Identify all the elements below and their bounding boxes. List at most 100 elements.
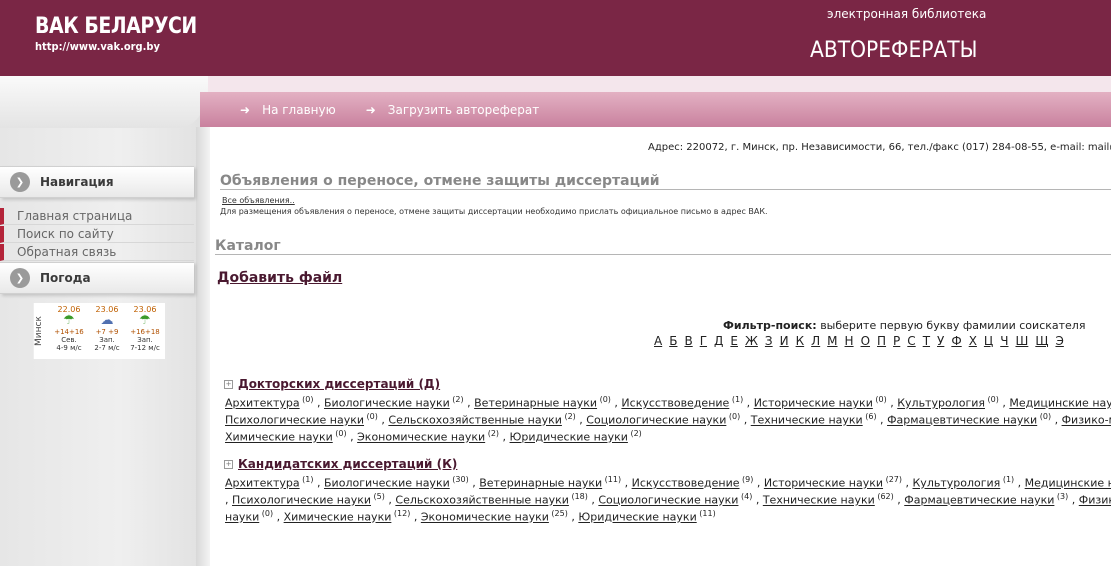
discipline-link[interactable]: Исторические науки bbox=[764, 477, 883, 490]
separator: , bbox=[876, 413, 888, 427]
group-line: Архитектура (1) , Биологические науки (3… bbox=[225, 475, 1111, 490]
alphabet-letter-link[interactable]: Щ bbox=[1035, 334, 1048, 348]
discipline-link[interactable]: Психологические науки bbox=[232, 494, 371, 507]
discipline-link[interactable]: Искусствоведение bbox=[621, 397, 729, 410]
group-doctoral-title[interactable]: + Докторских диссертаций (Д) bbox=[224, 377, 440, 391]
alphabet-letter-link[interactable]: Д bbox=[714, 334, 723, 348]
alphabet-letter-link[interactable]: О bbox=[861, 334, 870, 348]
group-line: , Психологические науки (5) , Сельскохоз… bbox=[225, 492, 1111, 507]
add-file-link[interactable]: Добавить файл bbox=[217, 270, 342, 286]
separator: , bbox=[902, 476, 913, 490]
arrow-right-icon: ➜ bbox=[365, 102, 376, 117]
separator: , bbox=[752, 493, 763, 507]
alphabet-letter-link[interactable]: Р bbox=[893, 334, 900, 348]
separator: , bbox=[313, 396, 325, 410]
discipline-link[interactable]: Химические науки bbox=[225, 431, 333, 444]
alphabet-letter-link[interactable]: А bbox=[654, 334, 662, 348]
discipline-count: (12) bbox=[391, 509, 411, 518]
weather-day: 23.06 ☂ +16+18 Зап. 7-12 м/с bbox=[127, 303, 163, 359]
discipline-link[interactable]: Экономические науки bbox=[357, 431, 485, 444]
alphabet-letter-link[interactable]: Л bbox=[811, 334, 820, 348]
discipline-link[interactable]: Культурология bbox=[913, 477, 1001, 490]
alphabet-letter-link[interactable]: Ж bbox=[745, 334, 758, 348]
alphabet-letter-link[interactable]: Ф bbox=[951, 334, 961, 348]
alphabet-letter-link[interactable]: З bbox=[765, 334, 773, 348]
discipline-link[interactable]: Технические науки bbox=[763, 494, 875, 507]
discipline-link[interactable]: Ветеринарные науки bbox=[479, 477, 602, 490]
sidebar-item-home[interactable]: Главная страница bbox=[0, 208, 194, 225]
separator: , bbox=[893, 493, 905, 507]
discipline-link[interactable]: Фармацевтические науки bbox=[887, 414, 1037, 427]
discipline-link[interactable]: Медицинские нау bbox=[1009, 397, 1111, 410]
expand-icon[interactable]: + bbox=[224, 380, 233, 389]
discipline-link[interactable]: Фармацевтические науки bbox=[904, 494, 1054, 507]
discipline-link[interactable]: Сельскохозяйственные науки bbox=[395, 494, 569, 507]
sidebar-item-search[interactable]: Поиск по сайту bbox=[0, 226, 194, 243]
alphabet-letter-link[interactable]: И bbox=[780, 334, 789, 348]
discipline-link[interactable]: Сельскохозяйственные науки bbox=[388, 414, 562, 427]
discipline-link[interactable]: Физико-ма bbox=[1062, 414, 1111, 427]
weather-widget[interactable]: Минск 22.06 ☂ +14+16 Сев. 4-9 м/с 23.06 … bbox=[33, 303, 165, 359]
discipline-link[interactable]: Социологические науки bbox=[598, 494, 738, 507]
alphabet-letter-link[interactable]: В bbox=[684, 334, 692, 348]
alphabet-letter-link[interactable]: Ш bbox=[1015, 334, 1028, 348]
discipline-link[interactable]: Искусствоведение bbox=[632, 477, 740, 490]
alphabet-letter-link[interactable]: К bbox=[796, 334, 805, 348]
discipline-count: (0) bbox=[364, 412, 378, 421]
site-url[interactable]: http://www.vak.org.by bbox=[35, 40, 160, 53]
nav-upload-link[interactable]: ➜ Загрузить автореферат bbox=[366, 103, 540, 117]
alphabet-letter-link[interactable]: У bbox=[937, 334, 944, 348]
discipline-link[interactable]: Биологические науки bbox=[324, 397, 450, 410]
discipline-count: (0) bbox=[299, 395, 314, 404]
discipline-link[interactable]: Экономические науки bbox=[421, 511, 549, 524]
alphabet-letter-link[interactable]: Е bbox=[730, 334, 738, 348]
separator: , bbox=[1068, 493, 1079, 507]
discipline-link[interactable]: Психологические науки bbox=[225, 414, 364, 427]
alphabet-letter-link[interactable]: М bbox=[827, 334, 837, 348]
library-subtitle: электронная библиотека bbox=[827, 7, 987, 21]
rain-icon: ☂ bbox=[139, 313, 151, 328]
alphabet-letter-link[interactable]: С bbox=[907, 334, 915, 348]
alphabet-letter-link[interactable]: П bbox=[877, 334, 886, 348]
discipline-link[interactable]: Юридические науки bbox=[578, 511, 696, 524]
discipline-link[interactable]: Архитектура bbox=[225, 397, 300, 410]
expand-icon[interactable]: + bbox=[224, 460, 233, 469]
discipline-link[interactable]: Медицинские на bbox=[1025, 477, 1111, 490]
sidebar-item-feedback[interactable]: Обратная связь bbox=[0, 244, 194, 261]
alphabet-letter-link[interactable]: Н bbox=[845, 334, 854, 348]
alphabet-filter: АБВГДЕЖЗИКЛМНОПРСТУФХЦЧШЩЭ bbox=[654, 334, 1071, 348]
discipline-link[interactable]: Культурология bbox=[897, 397, 985, 410]
separator: , bbox=[575, 413, 587, 427]
discipline-count: (1) bbox=[299, 475, 314, 484]
discipline-link[interactable]: Юридические науки bbox=[510, 431, 628, 444]
discipline-count: (1) bbox=[729, 395, 744, 404]
discipline-link[interactable]: Архитектура bbox=[225, 477, 300, 490]
separator: , bbox=[384, 493, 396, 507]
discipline-count: (62) bbox=[874, 492, 894, 501]
nav-home-link[interactable]: ➜ На главную bbox=[240, 103, 336, 117]
announcements-text: Для размещения объявления о переносе, от… bbox=[220, 207, 768, 216]
discipline-link[interactable]: Технические науки bbox=[751, 414, 863, 427]
alphabet-letter-link[interactable]: Ч bbox=[1000, 334, 1008, 348]
alphabet-letter-link[interactable]: Э bbox=[1055, 334, 1063, 348]
alphabet-letter-link[interactable]: Х bbox=[969, 334, 977, 348]
discipline-link[interactable]: Химические науки bbox=[284, 511, 392, 524]
alphabet-letter-link[interactable]: Ц bbox=[984, 334, 993, 348]
discipline-link[interactable]: Исторические науки bbox=[754, 397, 873, 410]
discipline-link[interactable]: Социологические науки bbox=[586, 414, 726, 427]
discipline-link[interactable]: Биологические науки bbox=[324, 477, 450, 490]
all-announcements-link[interactable]: Все объявления.. bbox=[222, 196, 295, 205]
discipline-link[interactable]: Физико bbox=[1079, 494, 1111, 507]
library-title: АВТОРЕФЕРАТЫ bbox=[810, 38, 978, 63]
discipline-link[interactable]: Ветеринарные науки bbox=[474, 397, 597, 410]
separator: , bbox=[886, 396, 898, 410]
separator: , bbox=[468, 476, 480, 490]
discipline-link[interactable]: науки bbox=[225, 511, 259, 524]
sidebar-weather-header: ❯ Погода bbox=[0, 262, 194, 294]
site-logo[interactable]: ВАК БЕЛАРУСИ bbox=[35, 14, 197, 39]
alphabet-letter-link[interactable]: Т bbox=[923, 334, 930, 348]
alphabet-letter-link[interactable]: Г bbox=[700, 334, 707, 348]
alphabet-letter-link[interactable]: Б bbox=[669, 334, 677, 348]
discipline-count: (2) bbox=[561, 412, 576, 421]
group-candidate-title[interactable]: + Кандидатских диссертаций (К) bbox=[224, 457, 457, 471]
